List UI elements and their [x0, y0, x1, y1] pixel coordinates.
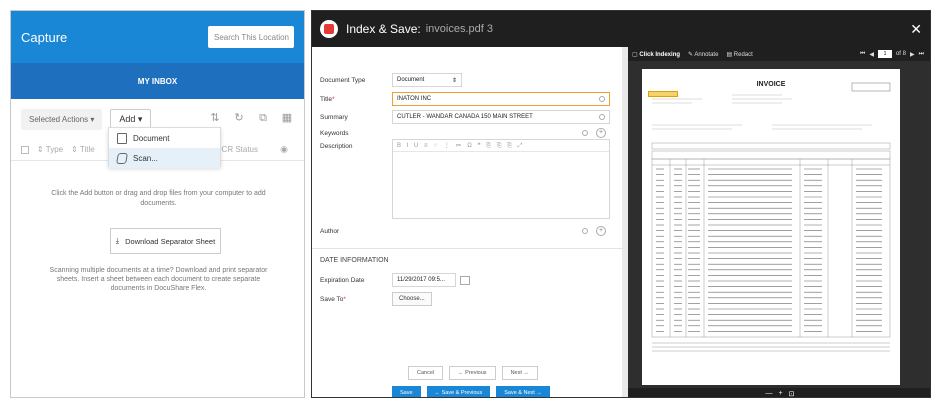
info-icon	[599, 114, 605, 120]
inbox-bar: MY INBOX	[11, 63, 304, 99]
row-keywords: Keywords +	[320, 126, 606, 140]
zoom-out-icon[interactable]: —	[766, 390, 773, 397]
save-buttons: Save ← Save & Previous Save & Next →	[392, 386, 550, 397]
scan-icon	[116, 152, 128, 164]
keywords-field[interactable]	[392, 126, 592, 140]
grid-icon[interactable]: ▦	[280, 111, 294, 125]
save-previous-button[interactable]: ← Save & Previous	[426, 386, 491, 397]
col-type[interactable]: ⇕ Type	[37, 145, 63, 154]
add-dropdown: Document Scan...	[108, 127, 221, 168]
previous-button[interactable]: ← Previous	[449, 366, 496, 380]
toolbar-icons: ⇅ ↻ ⧉ ▦	[208, 111, 294, 125]
info-icon	[582, 228, 588, 234]
row-save-to: Save To* Choose...	[320, 292, 432, 306]
dropdown-scan[interactable]: Scan...	[109, 148, 220, 168]
add-keyword-icon[interactable]: +	[596, 128, 606, 138]
first-page-icon[interactable]: ⏮	[860, 51, 865, 58]
cancel-button[interactable]: Cancel	[408, 366, 444, 380]
info-icon	[599, 96, 605, 102]
summary-field[interactable]: CUTLER - WANDAR CANADA 150 MAIN STREET	[392, 110, 610, 124]
app-logo-icon	[320, 20, 338, 38]
redact-button[interactable]: ▤ Redact	[726, 51, 752, 58]
row-expiration: Expiration Date 11/29/2017 09:5...	[320, 273, 470, 287]
row-document-type: Document Type Document ⇕	[320, 73, 462, 87]
zoom-bar: — + ⊡	[628, 388, 930, 398]
author-field[interactable]	[392, 224, 592, 238]
inbox-title: MY INBOX	[137, 76, 178, 86]
download-icon: ⤓	[115, 236, 120, 245]
copy-icon[interactable]: ⧉	[256, 111, 270, 125]
expiration-date-field[interactable]: 11/29/2017 09:5...	[392, 273, 456, 287]
info-icon	[582, 130, 588, 136]
capture-header: Capture Search This Location	[11, 11, 304, 63]
scan-message: Scanning multiple documents at a time? D…	[49, 267, 268, 292]
nav-buttons: Cancel ← Previous Next →	[408, 366, 538, 380]
section-divider	[312, 248, 622, 249]
invoice-table	[651, 82, 891, 352]
document-type-select[interactable]: Document ⇕	[392, 73, 462, 87]
page-input[interactable]: 1	[877, 50, 892, 58]
col-ocr[interactable]: OCR Status	[215, 145, 258, 154]
row-title: Title* INATON INC	[320, 92, 610, 106]
empty-message: Click the Add button or drag and drop fi…	[51, 190, 266, 207]
invoice-page: INVOICE	[642, 69, 900, 385]
index-filename: invoices.pdf 3	[425, 23, 493, 35]
row-summary: Summary CUTLER - WANDAR CANADA 150 MAIN …	[320, 110, 610, 124]
download-separator-button[interactable]: ⤓ Download Separator Sheet	[110, 228, 221, 254]
document-icon	[117, 132, 127, 144]
editor-toolbar: B I U ≡ ⁘ ⋮ ≔ Ω ❝ ⎘ ⎘ ⎘ ⤢	[393, 140, 609, 152]
calendar-icon[interactable]	[460, 275, 470, 285]
save-button[interactable]: Save	[392, 386, 421, 397]
index-save-panel: Index & Save: invoices.pdf 3 ✕ ▢ Click I…	[311, 10, 931, 398]
close-icon[interactable]: ✕	[910, 21, 922, 38]
save-next-button[interactable]: Save & Next →	[496, 386, 550, 397]
sort-icon[interactable]: ⇅	[208, 111, 222, 125]
row-author: Author +	[320, 224, 606, 238]
dropdown-document[interactable]: Document	[109, 128, 220, 148]
date-section-title: DATE INFORMATION	[320, 257, 389, 264]
document-viewer: INVOICE	[628, 61, 930, 397]
index-header: Index & Save: invoices.pdf 3 ✕	[312, 11, 930, 47]
viewer-toolbar: ▢ Click Indexing ✎ Annotate ▤ Redact ⏮ ◀…	[628, 47, 930, 61]
search-input[interactable]: Search This Location	[208, 26, 294, 48]
next-page-icon[interactable]: ▶	[910, 51, 915, 58]
page-total: of 8	[895, 51, 906, 57]
prev-page-icon[interactable]: ◀	[869, 51, 874, 58]
capture-panel: Capture Search This Location MY INBOX Se…	[10, 10, 305, 398]
pager: ⏮ ◀ 1 of 8 ▶ ⏭	[860, 50, 924, 58]
index-title: Index & Save:	[346, 22, 421, 36]
fit-page-icon[interactable]: ⊡	[789, 390, 795, 398]
selected-actions-button[interactable]: Selected Actions ▾	[21, 108, 103, 130]
add-author-icon[interactable]: +	[596, 226, 606, 236]
zoom-in-icon[interactable]: +	[779, 390, 783, 397]
annotate-button[interactable]: ✎ Annotate	[688, 51, 718, 58]
click-indexing-button[interactable]: ▢ Click Indexing	[632, 51, 680, 58]
refresh-icon[interactable]: ↻	[232, 111, 246, 125]
row-description: Description	[320, 143, 353, 150]
last-page-icon[interactable]: ⏭	[919, 51, 924, 58]
index-form: Document Type Document ⇕ Title* INATON IN…	[312, 61, 622, 397]
description-editor[interactable]: B I U ≡ ⁘ ⋮ ≔ Ω ❝ ⎘ ⎘ ⎘ ⤢	[392, 139, 610, 219]
next-button[interactable]: Next →	[501, 366, 538, 380]
capture-title: Capture	[21, 29, 68, 45]
choose-location-button[interactable]: Choose...	[392, 292, 432, 306]
col-title[interactable]: ⇕ Title	[71, 145, 95, 154]
title-field[interactable]: INATON INC	[392, 92, 610, 106]
eye-icon[interactable]: ◉	[280, 144, 288, 155]
select-all-checkbox[interactable]	[21, 145, 29, 154]
